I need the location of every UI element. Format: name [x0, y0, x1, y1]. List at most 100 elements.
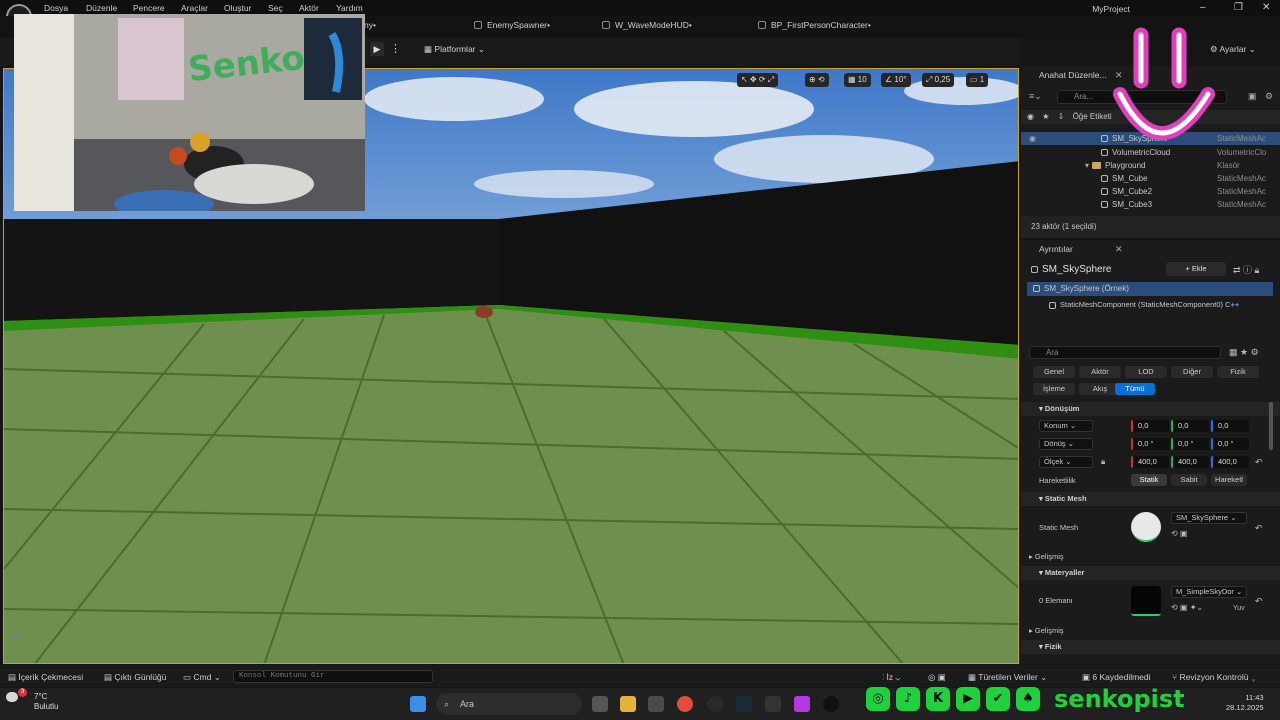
static-mesh-section[interactable]: ▾ Static Mesh: [1021, 492, 1280, 506]
add-component-button[interactable]: + Ekle: [1166, 262, 1226, 276]
menu-help[interactable]: Yardım: [336, 3, 363, 13]
browse-icons[interactable]: ⟲ ▣: [1171, 529, 1187, 538]
menu-tools[interactable]: Araçlar: [181, 3, 208, 13]
menu-window[interactable]: Pencere: [133, 3, 165, 13]
filter-other[interactable]: Diğer: [1171, 366, 1213, 378]
console-input[interactable]: Konsol Komutunu Gir: [233, 670, 433, 683]
scale-z[interactable]: 400,0: [1211, 456, 1249, 468]
revision-control-button[interactable]: ⑂ Revizyon Kontrolü ⌄: [1172, 672, 1256, 682]
tab-partial[interactable]: ny•: [364, 20, 376, 30]
file-explorer-icon[interactable]: [620, 696, 636, 712]
outliner-row[interactable]: SM_Cube2 StaticMeshAc: [1021, 185, 1280, 198]
physics-section[interactable]: ▾ Fizik: [1021, 640, 1280, 654]
derived-data-button[interactable]: ▦ Türetilen Veriler ⌄: [968, 672, 1047, 683]
details-search-input[interactable]: Ara: [1029, 346, 1221, 359]
mobility-movable[interactable]: Hareketl: [1211, 474, 1247, 486]
trace-dropdown[interactable]: ⫶ İz ⌄: [882, 672, 900, 683]
lock-icon[interactable]: 🔒︎: [1101, 457, 1105, 467]
play-button[interactable]: ▶: [370, 42, 384, 56]
filter-actor[interactable]: Aktör: [1079, 366, 1121, 378]
grid-snap[interactable]: ▦ 10: [844, 73, 871, 87]
cpp-link[interactable]: C++: [1225, 300, 1239, 309]
scale-snap[interactable]: ⤢ 0,25: [922, 73, 955, 87]
outliner-row[interactable]: SM_Cube3 StaticMeshAc: [1021, 198, 1280, 211]
mobility-static[interactable]: Statik: [1131, 474, 1167, 486]
filter-all[interactable]: Tümü: [1115, 383, 1155, 395]
details-scrollbar[interactable]: [1269, 402, 1273, 450]
unreal-engine-icon[interactable]: [823, 696, 839, 712]
angle-snap[interactable]: ∠ 10°: [881, 73, 911, 87]
system-clock[interactable]: 11:43 28.12.2025: [1226, 693, 1264, 713]
rotation-y[interactable]: 0,0 °: [1171, 438, 1209, 450]
outliner-tab[interactable]: Anahat Düzenle...: [1039, 70, 1107, 80]
menu-file[interactable]: Dosya: [44, 3, 68, 13]
material-picker[interactable]: M_SimpleSkyDor ⌄: [1171, 586, 1247, 598]
outliner-row[interactable]: SM_Cube StaticMeshAc: [1021, 172, 1280, 185]
epic-games-icon[interactable]: [765, 696, 781, 712]
close-button[interactable]: ✕: [1262, 2, 1270, 13]
filter-rendering[interactable]: İşleme: [1033, 383, 1075, 395]
menu-edit[interactable]: Düzenle: [86, 3, 117, 13]
platforms-dropdown[interactable]: ▦ Platformlar ⌄: [424, 44, 485, 55]
filter-general[interactable]: Genel: [1033, 366, 1075, 378]
unsaved-button[interactable]: ▣ 6 Kaydedilmedi: [1082, 672, 1151, 683]
cmd-dropdown[interactable]: ▭ Cmd ⌄: [183, 672, 221, 683]
materials-section[interactable]: ▾ Materyaller: [1021, 566, 1280, 580]
location-y[interactable]: 0,0: [1171, 420, 1209, 432]
steam-icon[interactable]: [736, 696, 752, 712]
location-z[interactable]: 0,0: [1211, 420, 1249, 432]
transform-tools[interactable]: ↖ ✥ ⟳ ⤢: [737, 73, 779, 87]
mesh-thumbnail[interactable]: [1131, 512, 1161, 542]
menu-actor[interactable]: Aktör: [299, 3, 319, 13]
filter-icon[interactable]: ≡⌄: [1029, 91, 1042, 102]
github-icon[interactable]: [707, 696, 723, 712]
mobility-stationary[interactable]: Sabit: [1171, 474, 1207, 486]
filter-lod[interactable]: LOD: [1125, 366, 1167, 378]
content-drawer-button[interactable]: ▤ İçerik Çekmecesi: [8, 672, 83, 683]
windows-start-icon[interactable]: [410, 696, 426, 712]
instance-row[interactable]: SM_SkySphere (Örnek): [1027, 282, 1273, 296]
world-local-toggle[interactable]: ⊕ ⟲: [805, 73, 829, 87]
advanced-toggle[interactable]: ▸ Gelişmiş: [1029, 626, 1064, 635]
location-x[interactable]: 0,0: [1131, 420, 1169, 432]
gear-icon[interactable]: ⚙: [1265, 91, 1273, 102]
expand-icon[interactable]: ▾: [1085, 161, 1089, 170]
output-log-button[interactable]: ▤ Çıktı Günlüğü: [104, 672, 166, 683]
close-tab-icon[interactable]: ✕: [1115, 244, 1123, 255]
blueprint-actions-icons[interactable]: ⇄ ⓘ 🔒︎: [1233, 263, 1259, 276]
reset-icon[interactable]: ↶: [1255, 596, 1263, 607]
scale-y[interactable]: 400,0: [1171, 456, 1209, 468]
tab-wave-mode-hud[interactable]: W_WaveModeHUD•: [602, 20, 692, 30]
rotation-dropdown[interactable]: Dönüş ⌄: [1039, 438, 1093, 450]
transform-section[interactable]: ▾ Dönüşüm: [1021, 402, 1280, 416]
location-dropdown[interactable]: Konum ⌄: [1039, 420, 1093, 432]
component-row[interactable]: StaticMeshComponent (StaticMeshComponent…: [1049, 300, 1239, 309]
material-thumbnail[interactable]: [1131, 586, 1161, 616]
minimize-button[interactable]: –: [1200, 2, 1206, 13]
outliner-row[interactable]: ▾ Playground Klasör: [1021, 159, 1280, 172]
more-options-icon[interactable]: ⋮: [390, 42, 401, 55]
static-mesh-picker[interactable]: SM_SkySphere ⌄: [1171, 512, 1247, 524]
menu-select[interactable]: Seç: [268, 3, 283, 13]
reset-icon[interactable]: ↶: [1255, 523, 1263, 534]
store-icon[interactable]: [648, 696, 664, 712]
camera-speed[interactable]: ▭ 1: [966, 73, 989, 87]
maximize-button[interactable]: ❐: [1234, 2, 1243, 13]
browse-icons[interactable]: ⟲ ▣ ✦⌄: [1171, 603, 1203, 612]
rotation-x[interactable]: 0,0 °: [1131, 438, 1169, 450]
advanced-toggle[interactable]: ▸ Gelişmiş: [1029, 552, 1064, 561]
weather-widget[interactable]: 3 7°C Bulutlu: [6, 688, 58, 712]
details-tab[interactable]: Ayrıntılar: [1039, 244, 1073, 254]
tab-enemy-spawner[interactable]: EnemySpawner•: [474, 20, 550, 30]
scale-x[interactable]: 400,0: [1131, 456, 1169, 468]
reset-icon[interactable]: ↶: [1255, 457, 1263, 468]
view-options-icons[interactable]: ▦ ★ ⚙: [1229, 347, 1259, 358]
menu-build[interactable]: Oluştur: [224, 3, 251, 13]
chrome-icon[interactable]: [677, 696, 693, 712]
folder-add-icon[interactable]: ▣: [1248, 91, 1257, 102]
status-icons[interactable]: ◎ ▣: [928, 672, 946, 683]
rotation-z[interactable]: 0,0 °: [1211, 438, 1249, 450]
tab-fps-character[interactable]: BP_FirstPersonCharacter•: [758, 20, 871, 30]
scale-dropdown[interactable]: Ölçek ⌄: [1039, 456, 1093, 468]
twitch-icon[interactable]: [794, 696, 810, 712]
